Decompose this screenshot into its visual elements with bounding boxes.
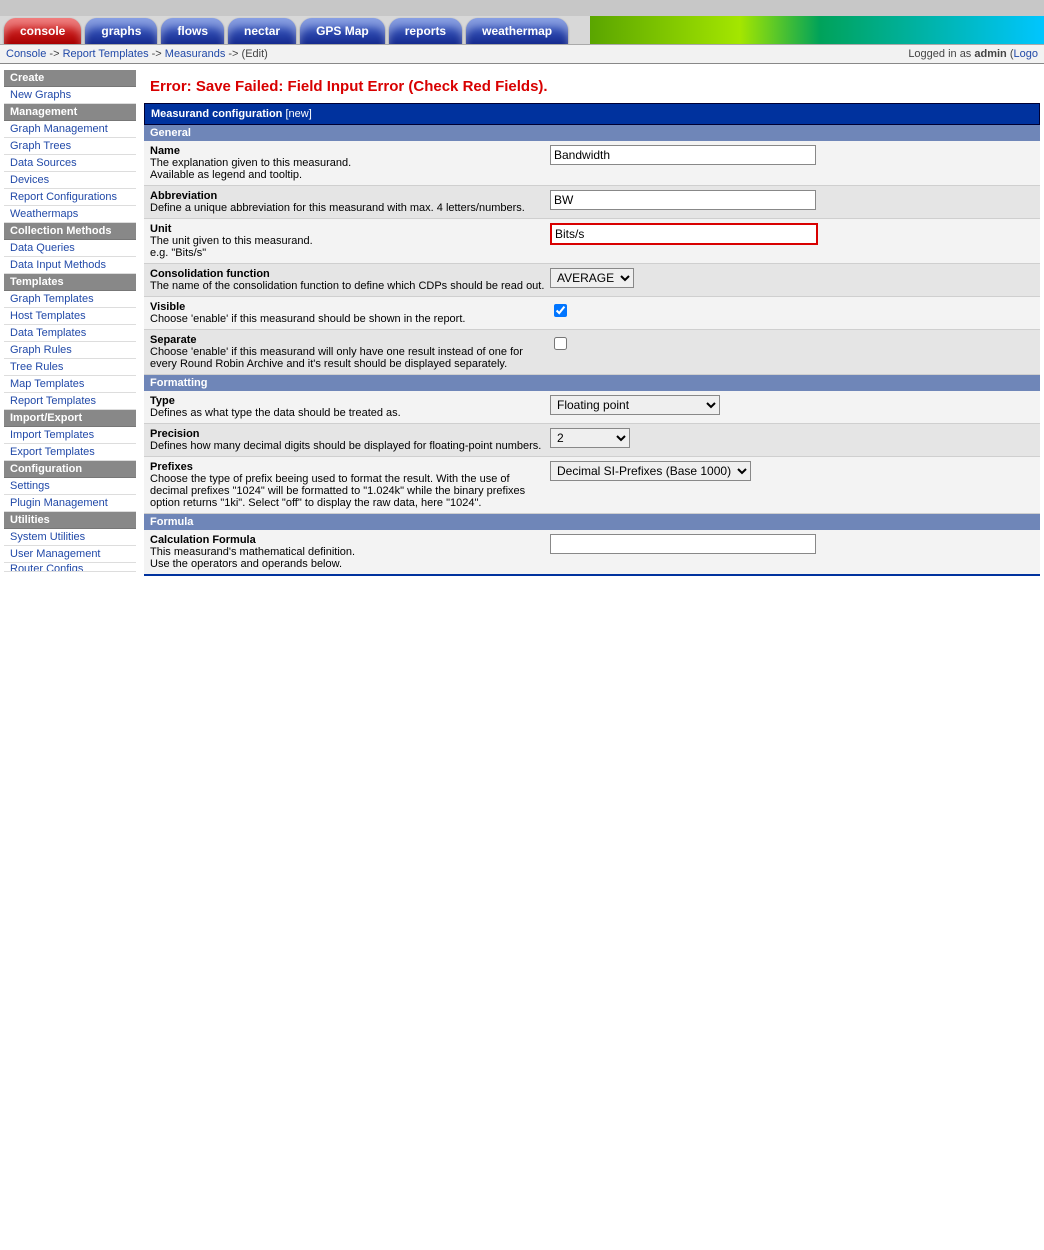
sidebar-item-graph-tpl[interactable]: Graph Templates — [4, 291, 136, 308]
sidebar-item-data-sources[interactable]: Data Sources — [4, 155, 136, 172]
row-abbr: AbbreviationDefine a unique abbreviation… — [144, 186, 1040, 219]
tab-flows[interactable]: flows — [161, 18, 224, 44]
row-unit: UnitThe unit given to this measurand. e.… — [144, 219, 1040, 264]
desc-type: Defines as what type the data should be … — [150, 407, 401, 419]
crumb-measurands[interactable]: Measurands — [165, 48, 226, 60]
tab-reports[interactable]: reports — [389, 18, 462, 44]
sidebar-item-devices[interactable]: Devices — [4, 172, 136, 189]
crumb-tail: (Edit) — [242, 48, 268, 60]
desc-sep: Choose 'enable' if this measurand will o… — [150, 346, 523, 370]
main-panel: Error: Save Failed: Field Input Error (C… — [144, 70, 1040, 576]
desc-prefix: Choose the type of prefix beeing used to… — [150, 473, 525, 509]
tab-weathermap[interactable]: weathermap — [466, 18, 568, 44]
sidebar-item-report-cfg[interactable]: Report Configurations — [4, 189, 136, 206]
desc-unit: The unit given to this measurand. e.g. "… — [150, 235, 313, 259]
side-hd-collection: Collection Methods — [4, 223, 136, 240]
sidebar-item-graph-mgmt[interactable]: Graph Management — [4, 121, 136, 138]
sidebar-item-graph-rules[interactable]: Graph Rules — [4, 342, 136, 359]
side-hd-utilities: Utilities — [4, 512, 136, 529]
side-hd-templates: Templates — [4, 274, 136, 291]
sidebar-item-graph-trees[interactable]: Graph Trees — [4, 138, 136, 155]
row-visible: VisibleChoose 'enable' if this measurand… — [144, 297, 1040, 330]
desc-name: The explanation given to this measurand.… — [150, 157, 351, 181]
sidebar-item-router-cfg[interactable]: Router Configs — [4, 563, 136, 572]
sidebar-item-export-tpl[interactable]: Export Templates — [4, 444, 136, 461]
precision-select[interactable]: 2 — [550, 428, 630, 448]
row-calc: Calculation FormulaThis measurand's math… — [144, 530, 1040, 576]
panel-title: Measurand configuration [new] — [144, 103, 1040, 125]
tab-nectar[interactable]: nectar — [228, 18, 296, 44]
tab-strip: console graphs flows nectar GPS Map repo… — [0, 16, 1044, 44]
logout-link[interactable]: Logo — [1014, 48, 1038, 60]
desc-prec: Defines how many decimal digits should b… — [150, 440, 541, 452]
sidebar-item-report-tpl[interactable]: Report Templates — [4, 393, 136, 410]
sidebar-item-plugin-mgmt[interactable]: Plugin Management — [4, 495, 136, 512]
desc-cf: The name of the consolidation function t… — [150, 280, 544, 292]
sidebar-item-host-tpl[interactable]: Host Templates — [4, 308, 136, 325]
side-hd-importexport: Import/Export — [4, 410, 136, 427]
login-info: Logged in as admin (Logo — [908, 48, 1038, 60]
crumb-console[interactable]: Console — [6, 48, 46, 60]
side-hd-management: Management — [4, 104, 136, 121]
sidebar: Create New Graphs Management Graph Manag… — [4, 70, 136, 572]
desc-visible: Choose 'enable' if this measurand should… — [150, 313, 465, 325]
type-select[interactable]: Floating point — [550, 395, 720, 415]
breadcrumb-bar: Console -> Report Templates -> Measurand… — [0, 44, 1044, 64]
sidebar-item-new-graphs[interactable]: New Graphs — [4, 87, 136, 104]
unit-input[interactable] — [550, 223, 818, 245]
top-spacer — [0, 0, 1044, 16]
sidebar-item-data-input[interactable]: Data Input Methods — [4, 257, 136, 274]
sidebar-item-data-queries[interactable]: Data Queries — [4, 240, 136, 257]
calc-input[interactable] — [550, 534, 816, 554]
row-precision: PrecisionDefines how many decimal digits… — [144, 424, 1040, 457]
desc-abbr: Define a unique abbreviation for this me… — [150, 202, 525, 214]
prefixes-select[interactable]: Decimal SI-Prefixes (Base 1000) — [550, 461, 751, 481]
login-user: admin — [974, 48, 1006, 60]
row-name: NameThe explanation given to this measur… — [144, 141, 1040, 186]
section-general: General — [144, 125, 1040, 141]
sidebar-item-tree-rules[interactable]: Tree Rules — [4, 359, 136, 376]
sidebar-item-user-mgmt[interactable]: User Management — [4, 546, 136, 563]
breadcrumb: Console -> Report Templates -> Measurand… — [6, 48, 268, 60]
row-cf: Consolidation functionThe name of the co… — [144, 264, 1040, 297]
row-prefixes: PrefixesChoose the type of prefix beeing… — [144, 457, 1040, 514]
separate-checkbox[interactable] — [554, 337, 567, 350]
section-formatting: Formatting — [144, 375, 1040, 391]
desc-calc: This measurand's mathematical definition… — [150, 546, 355, 570]
row-separate: SeparateChoose 'enable' if this measuran… — [144, 330, 1040, 375]
sidebar-item-weathermaps[interactable]: Weathermaps — [4, 206, 136, 223]
cf-select[interactable]: AVERAGE — [550, 268, 634, 288]
sidebar-item-sys-util[interactable]: System Utilities — [4, 529, 136, 546]
abbr-input[interactable] — [550, 190, 816, 210]
crumb-report-tpl[interactable]: Report Templates — [63, 48, 149, 60]
sidebar-item-data-tpl[interactable]: Data Templates — [4, 325, 136, 342]
sidebar-item-settings[interactable]: Settings — [4, 478, 136, 495]
side-hd-config: Configuration — [4, 461, 136, 478]
section-formula: Formula — [144, 514, 1040, 530]
error-message: Error: Save Failed: Field Input Error (C… — [144, 70, 1040, 103]
tab-graphs[interactable]: graphs — [85, 18, 157, 44]
sidebar-item-import-tpl[interactable]: Import Templates — [4, 427, 136, 444]
sidebar-item-map-tpl[interactable]: Map Templates — [4, 376, 136, 393]
side-hd-create: Create — [4, 70, 136, 87]
visible-checkbox[interactable] — [554, 304, 567, 317]
tab-gpsmap[interactable]: GPS Map — [300, 18, 385, 44]
name-input[interactable] — [550, 145, 816, 165]
tab-console[interactable]: console — [4, 18, 81, 44]
row-type: TypeDefines as what type the data should… — [144, 391, 1040, 424]
